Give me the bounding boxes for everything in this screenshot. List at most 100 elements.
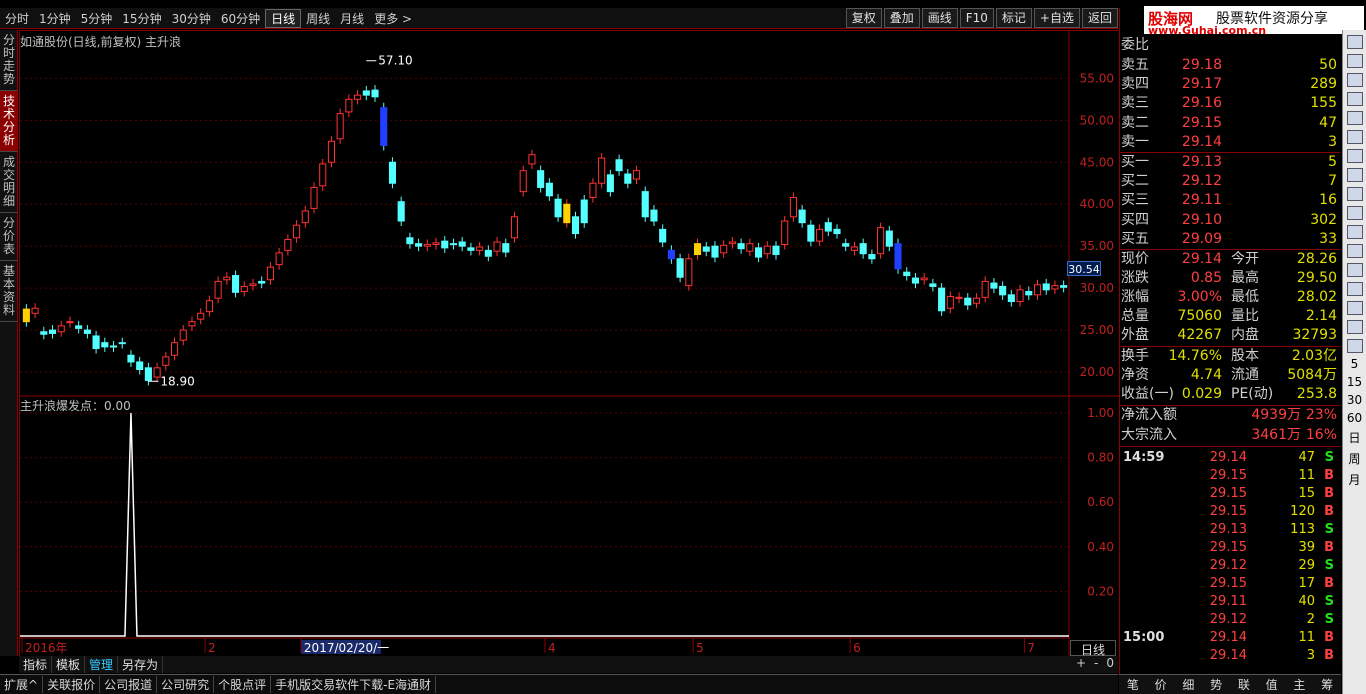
- tool-button-4[interactable]: 标记: [995, 8, 1032, 28]
- indicator-tick-label: 0.20: [1087, 584, 1114, 598]
- footer-link-2[interactable]: 公司报道: [100, 676, 158, 693]
- sidebar-period-1[interactable]: 15: [1343, 375, 1366, 389]
- sidebar-tool-icon[interactable]: [1346, 187, 1363, 201]
- buy-level-1-value: 29.12: [1181, 173, 1222, 190]
- sidebar-tool-icon[interactable]: [1346, 263, 1363, 277]
- sidebar-tool-icon[interactable]: [1346, 130, 1363, 144]
- sidebar-tool-icon[interactable]: [1346, 73, 1363, 87]
- sidebar-period-3[interactable]: 60: [1343, 411, 1366, 425]
- candle: [310, 182, 318, 214]
- tool-button-1[interactable]: 叠加: [883, 8, 920, 28]
- buy-level-2-label: 买三: [1121, 192, 1149, 209]
- trade-row: 29.12 2 S: [1121, 611, 1339, 629]
- quote-tab-6[interactable]: 主: [1293, 676, 1305, 693]
- period-4[interactable]: 30分钟: [167, 10, 216, 27]
- sidebar-period-0[interactable]: 5: [1343, 357, 1366, 371]
- candle: [598, 153, 606, 189]
- footer-link-5[interactable]: 手机版交易软件下载-E海通财: [271, 676, 437, 693]
- sidebar-tool-icon[interactable]: [1346, 301, 1363, 315]
- sidebar-period-5[interactable]: 周: [1343, 450, 1366, 467]
- zoom-button-1[interactable]: -: [1094, 656, 1098, 670]
- footer-link-0[interactable]: 扩展^: [0, 676, 44, 693]
- quote-tab-0[interactable]: 笔: [1127, 676, 1139, 693]
- left-tab-0[interactable]: 分时走势: [0, 30, 18, 91]
- period-9[interactable]: 更多 >: [369, 10, 417, 27]
- sell-level-4-label: 卖一: [1121, 133, 1149, 150]
- trade-row: 29.15 15 B: [1121, 485, 1339, 503]
- kline-chart-area[interactable]: 55.00 50.00 45.00 40.00 35.00 30.00 25.00 20.00…: [19, 30, 1119, 657]
- bottom-tab-0[interactable]: 指标: [19, 656, 53, 673]
- trade-row: 29.11 40 S: [1121, 593, 1339, 611]
- trade-side: B: [1324, 468, 1334, 483]
- bottom-tab-1[interactable]: 模板: [52, 656, 86, 673]
- kline-chart-svg[interactable]: 55.00 50.00 45.00 40.00 35.00 30.00 25.00 20.00…: [20, 31, 1119, 657]
- sidebar-tool-icon[interactable]: [1346, 111, 1363, 125]
- period-3[interactable]: 15分钟: [117, 10, 166, 27]
- buy-level-2-value: 29.11: [1181, 192, 1222, 209]
- left-tab-4[interactable]: 基本资料: [0, 261, 18, 322]
- zoom-button-2[interactable]: 0: [1106, 656, 1114, 670]
- bottom-tab-3[interactable]: 另存为: [118, 656, 164, 673]
- period-label[interactable]: 日线: [1070, 640, 1116, 657]
- footer-link-1[interactable]: 关联报价: [43, 676, 101, 693]
- tool-button-5[interactable]: +自选: [1033, 8, 1080, 28]
- footer-link-4[interactable]: 个股点评: [214, 676, 272, 693]
- sidebar-tool-icon[interactable]: [1346, 339, 1363, 353]
- quote-tab-1[interactable]: 价: [1155, 676, 1167, 693]
- stat-row-3: 总量 75060 量比 2.14: [1121, 307, 1339, 326]
- tool-button-6[interactable]: 返回: [1081, 8, 1118, 28]
- weibi-row: 委比: [1121, 36, 1339, 55]
- indicator-title: 主升浪爆发点：0.00: [20, 399, 131, 413]
- sidebar-tool-icon[interactable]: [1346, 282, 1363, 296]
- stat2-row-2-label: 收益(一): [1121, 386, 1174, 402]
- tool-button-2[interactable]: 画线: [921, 8, 958, 28]
- sidebar-tool-icon[interactable]: [1346, 168, 1363, 182]
- quote-tab-5[interactable]: 值: [1266, 676, 1278, 693]
- quote-tab-7[interactable]: 筹: [1321, 676, 1333, 693]
- period-0[interactable]: 分时: [0, 10, 34, 27]
- sidebar-tool-icon[interactable]: [1346, 206, 1363, 220]
- left-tab-1[interactable]: 技术分析: [0, 91, 18, 152]
- sidebar-period-2[interactable]: 30: [1343, 393, 1366, 407]
- stat-row-2: 涨幅 3.00% 最低 28.02: [1121, 288, 1339, 307]
- sidebar-tool-icon[interactable]: [1346, 149, 1363, 163]
- period-5[interactable]: 60分钟: [216, 10, 265, 27]
- sidebar-tool-icon[interactable]: [1346, 320, 1363, 334]
- trade-price: 29.15: [1209, 576, 1247, 591]
- sidebar-tool-icon[interactable]: [1346, 244, 1363, 258]
- tool-button-0[interactable]: 复权: [845, 8, 882, 28]
- zoom-button-0[interactable]: +: [1076, 656, 1086, 670]
- stat2-row-2: 收益(一) 0.029 PE(动) 253.8: [1121, 385, 1339, 404]
- sidebar-tool-icon[interactable]: [1346, 54, 1363, 68]
- sidebar-period-4[interactable]: 日: [1343, 429, 1366, 446]
- tool-button-3[interactable]: F10: [959, 8, 994, 28]
- trade-volume: 39: [1298, 540, 1315, 555]
- trade-volume: 47: [1298, 450, 1315, 465]
- trade-price: 29.15: [1209, 540, 1247, 555]
- stat-row-2-label2: 最低: [1231, 289, 1259, 305]
- buy-level-3-label: 买四: [1121, 211, 1149, 228]
- period-1[interactable]: 1分钟: [34, 10, 76, 27]
- trade-volume: 120: [1290, 504, 1315, 519]
- quote-tab-4[interactable]: 联: [1238, 676, 1250, 693]
- bottom-tab-2[interactable]: 管理: [85, 656, 119, 673]
- quote-tab-2[interactable]: 细: [1182, 676, 1194, 693]
- buy-level-2: 买三 29.11 16: [1121, 191, 1339, 210]
- period-7[interactable]: 周线: [301, 10, 335, 27]
- flow-row-0-value: 4939万: [1251, 407, 1301, 423]
- trade-volume: 15: [1298, 486, 1315, 501]
- trade-volume: 11: [1298, 630, 1315, 645]
- sell-level-2-value: 29.16: [1181, 95, 1222, 112]
- quote-tab-3[interactable]: 势: [1210, 676, 1222, 693]
- stat-row-1: 涨跌 0.85 最高 29.50: [1121, 269, 1339, 288]
- period-2[interactable]: 5分钟: [76, 10, 118, 27]
- sidebar-tool-icon[interactable]: [1346, 225, 1363, 239]
- sidebar-period-6[interactable]: 月: [1343, 471, 1366, 488]
- period-6[interactable]: 日线: [265, 8, 302, 28]
- left-tab-2[interactable]: 成交明细: [0, 152, 18, 213]
- footer-link-3[interactable]: 公司研究: [157, 676, 215, 693]
- sidebar-tool-icon[interactable]: [1346, 92, 1363, 106]
- period-8[interactable]: 月线: [335, 10, 369, 27]
- left-tab-3[interactable]: 分价表: [0, 213, 18, 261]
- sidebar-tool-icon[interactable]: [1346, 35, 1363, 49]
